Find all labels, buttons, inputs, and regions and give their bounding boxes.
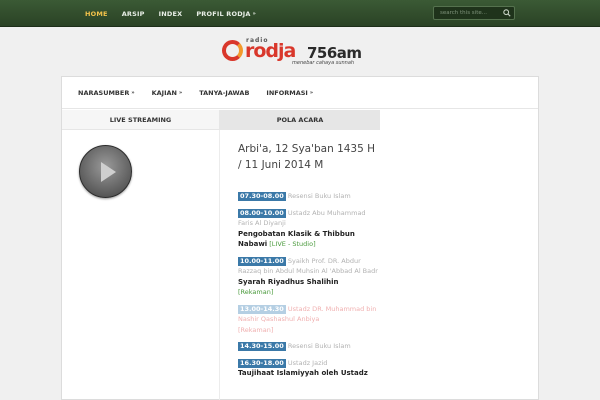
time-badge: 08.00-10.00 — [238, 208, 286, 218]
search-input[interactable]: search this site... — [434, 10, 500, 16]
sub-navigation: NARASUMBER» KAJIAN» TANYA-JAWAB INFORMAS… — [62, 77, 538, 109]
logo-rodja-text: rodja — [245, 40, 296, 62]
schedule-title[interactable]: Taujihaat Islamiyyah oleh Ustadz — [238, 369, 368, 377]
schedule-speaker: Resensi Buku Islam — [287, 342, 351, 350]
schedule-list: 07.30-08.00 Resensi Buku Islam 08.00-10.… — [238, 191, 378, 379]
topnav-profil-rodja[interactable]: PROFIL RODJA» — [189, 0, 263, 27]
time-badge: 13.00-14.30 — [238, 304, 286, 314]
schedule-date: Arbi'a, 12 Sya'ban 1435 H / 11 Juni 2014… — [238, 143, 376, 171]
dropdown-arrow-icon: » — [309, 89, 314, 96]
schedule-note: [LIVE - Studio] — [269, 240, 316, 248]
logo-ring-icon — [222, 40, 243, 61]
topnav-arsip[interactable]: ARSIP — [115, 0, 152, 27]
dropdown-arrow-icon: » — [252, 10, 257, 17]
schedule-speaker[interactable]: Ustadz Jazid — [288, 359, 328, 367]
time-badge: 10.00-11.00 — [238, 256, 286, 266]
time-badge: 14.30-15.00 — [238, 342, 286, 351]
time-badge: 07.30-08.00 — [238, 192, 286, 201]
subnav-kajian[interactable]: KAJIAN» — [152, 89, 183, 97]
main-content: NARASUMBER» KAJIAN» TANYA-JAWAB INFORMAS… — [61, 76, 539, 400]
top-navigation: HOME ARSIP INDEX PROFIL RODJA» — [78, 0, 263, 27]
dropdown-arrow-icon: » — [178, 89, 183, 96]
schedule-entry: 07.30-08.00 Resensi Buku Islam — [238, 191, 378, 202]
schedule-entry: 14.30-15.00 Resensi Buku Islam — [238, 341, 378, 352]
live-streaming-panel — [62, 130, 220, 400]
dropdown-arrow-icon: » — [131, 89, 135, 96]
schedule-title[interactable]: Qashashul Anbiya — [261, 315, 319, 323]
search-box[interactable]: search this site... — [433, 6, 515, 20]
content-tabs: LIVE STREAMING POLA ACARA — [62, 110, 380, 130]
schedule-entry: 08.00-10.00 Ustadz Abu Muhammad Faris Al… — [238, 208, 378, 250]
site-logo[interactable]: radio rodja 756am menebar cahaya sunnah — [222, 37, 382, 68]
tab-live-streaming[interactable]: LIVE STREAMING — [62, 110, 220, 130]
play-icon — [101, 162, 116, 182]
schedule-title[interactable]: Syarah Riyadhus Shalihin — [238, 278, 339, 286]
schedule-speaker: Resensi Buku Islam — [287, 192, 351, 200]
top-bar: HOME ARSIP INDEX PROFIL RODJA» search th… — [0, 0, 600, 27]
search-icon[interactable] — [500, 7, 514, 19]
schedule-entry: 16.30-18.00 Ustadz Jazid Taujihaat Islam… — [238, 358, 378, 379]
time-badge: 16.30-18.00 — [238, 358, 286, 368]
schedule-note: [Rekaman] — [238, 325, 274, 334]
schedule-note: [Rekaman] — [238, 288, 274, 296]
logo-tagline: menebar cahaya sunnah — [292, 60, 355, 66]
schedule-entry: 13.00-14.30 Ustadz DR. Muhammad bin Nash… — [238, 304, 378, 336]
schedule-panel: Arbi'a, 12 Sya'ban 1435 H / 11 Juni 2014… — [238, 141, 378, 385]
topnav-index[interactable]: INDEX — [152, 0, 190, 27]
tab-pola-acara[interactable]: POLA ACARA — [220, 110, 380, 130]
schedule-entry: 10.00-11.00 Syaikh Prof. DR. Abdur Razza… — [238, 256, 378, 298]
play-button[interactable] — [79, 145, 132, 198]
subnav-informasi[interactable]: INFORMASI» — [266, 89, 313, 97]
subnav-tanya-jawab[interactable]: TANYA-JAWAB — [199, 89, 249, 97]
topnav-home[interactable]: HOME — [78, 0, 115, 27]
subnav-narasumber[interactable]: NARASUMBER» — [78, 89, 135, 97]
